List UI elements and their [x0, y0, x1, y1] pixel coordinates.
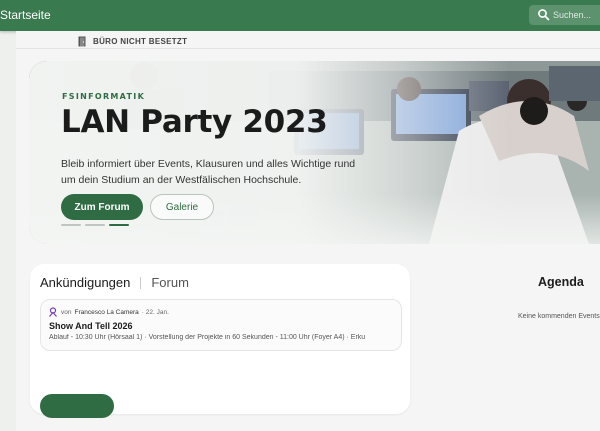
top-app-bar: Startseite: [0, 0, 600, 31]
post-title[interactable]: Show And Tell 2026: [49, 321, 133, 331]
announcement-tabs: Ankündigungen Forum: [40, 275, 189, 290]
tab-divider: [140, 276, 142, 289]
carousel-dot-2[interactable]: [85, 224, 105, 226]
home-link[interactable]: Startseite: [0, 8, 51, 22]
post-meta: von Francesco La Camera · 22. Jan.: [48, 307, 169, 317]
announcements-card: Ankündigungen Forum von Francesco La Cam…: [30, 264, 410, 418]
office-status-label: BÜRO NICHT BESETZT: [93, 36, 188, 46]
tab-forum[interactable]: Forum: [151, 275, 189, 290]
door-icon: [78, 36, 86, 46]
hero-eyebrow: FSINFORMATIK: [62, 92, 146, 101]
divider: [16, 48, 600, 49]
carousel-dot-1[interactable]: [61, 224, 81, 226]
post-date: · 22. Jan.: [141, 308, 169, 316]
search-box[interactable]: [529, 5, 600, 25]
search-icon: [538, 9, 550, 21]
search-input[interactable]: [553, 8, 600, 22]
post-excerpt: Ablauf - 10:30 Uhr (Hörsaal 1) · Vorstel…: [49, 334, 366, 341]
agenda-empty-state: Keine kommenden Events: [518, 313, 600, 320]
hero-description: Bleib informiert über Events, Klausuren …: [61, 158, 356, 186]
announcement-item[interactable]: von Francesco La Camera · 22. Jan. Show …: [40, 299, 402, 351]
forum-button[interactable]: Zum Forum: [61, 194, 143, 220]
office-status: BÜRO NICHT BESETZT: [78, 35, 187, 47]
post-author[interactable]: Francesco La Camera: [74, 309, 138, 316]
agenda-title: Agenda: [538, 275, 584, 289]
hero-title: LAN Party 2023: [61, 104, 328, 140]
more-button[interactable]: [40, 394, 114, 418]
user-avatar-icon: [49, 307, 57, 317]
carousel-dot-3[interactable]: [109, 224, 129, 226]
tab-announcements[interactable]: Ankündigungen: [40, 275, 130, 290]
post-by: von: [61, 308, 72, 316]
gallery-button[interactable]: Galerie: [150, 194, 214, 220]
carousel-indicators: [61, 224, 129, 226]
hero-carousel[interactable]: FSINFORMATIK LAN Party 2023 Bleib inform…: [29, 61, 600, 244]
